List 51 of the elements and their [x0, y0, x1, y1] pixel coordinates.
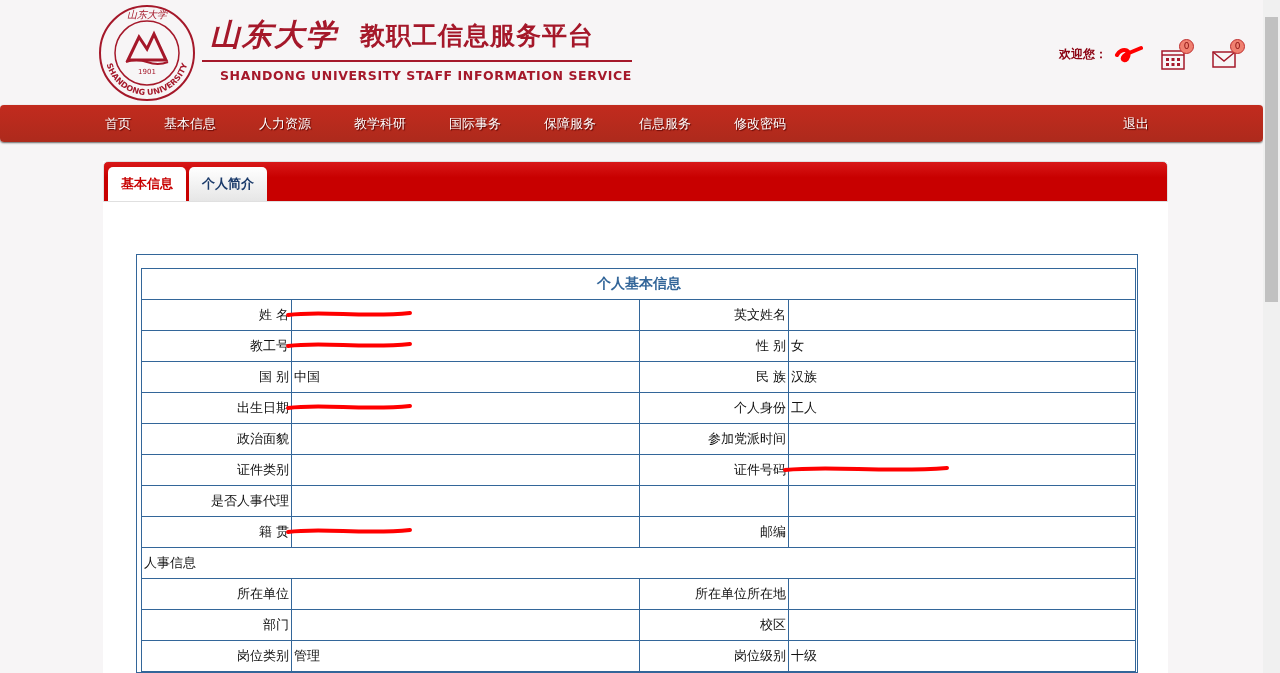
nav-item[interactable]: 基本信息 [164, 114, 259, 133]
field-value: 十级 [788, 640, 1136, 672]
field-label: 性 别 [639, 330, 789, 362]
count-badge: 0 [1179, 39, 1194, 55]
field-label: 部门 [141, 609, 292, 641]
field-label: 出生日期 [141, 392, 292, 424]
field-label: 个人身份 [639, 392, 789, 424]
field-label: 邮编 [639, 516, 789, 548]
field-label: 国 别 [141, 361, 292, 393]
field-label: 教工号 [141, 330, 292, 362]
welcome-text: 欢迎您： [1059, 46, 1107, 64]
field-label: 岗位类别 [141, 640, 292, 672]
field-label: 政治面貌 [141, 423, 292, 455]
field-value: 中国 [291, 361, 640, 393]
field-value: 工人 [788, 392, 1136, 424]
nav-item[interactable]: 修改密码 [734, 114, 829, 133]
field-value: 汉族 [788, 361, 1136, 393]
calligraphy-logo-text: 山东大学 [210, 15, 338, 54]
scrollbar-thumb[interactable] [1265, 17, 1278, 302]
nav-item[interactable]: 教学科研 [354, 114, 449, 133]
field-label: 所在单位 [141, 578, 292, 610]
tab[interactable]: 基本信息 [108, 167, 186, 201]
field-label: 是否人事代理 [141, 485, 292, 517]
field-label: 英文姓名 [639, 299, 789, 331]
field-label: 姓 名 [141, 299, 292, 331]
field-label: 岗位级别 [639, 640, 789, 672]
field-label: 证件类别 [141, 454, 292, 486]
field-label: 参加党派时间 [639, 423, 789, 455]
mail-icon [1212, 51, 1236, 70]
field-label: 所在单位所在地 [639, 578, 789, 610]
count-badge: 0 [1230, 39, 1245, 55]
field-label: 校区 [639, 609, 789, 641]
nav-item[interactable]: 国际事务 [449, 114, 544, 133]
site-title: 教职工信息服务平台 [360, 19, 594, 52]
section-heading: 人事信息 [141, 547, 1136, 579]
field-label: 民 族 [639, 361, 789, 393]
nav-item[interactable]: 退出 [1123, 114, 1149, 133]
nav-item[interactable]: 保障服务 [544, 114, 639, 133]
field-value: 女 [788, 330, 1136, 362]
field-value: 管理 [291, 640, 640, 672]
mail-button[interactable]: 0 [1212, 39, 1245, 71]
nav-item[interactable]: 信息服务 [639, 114, 734, 133]
tab[interactable]: 个人简介 [189, 167, 267, 201]
calendar-icon [1161, 48, 1185, 71]
nav-item[interactable]: 人力资源 [259, 114, 354, 133]
table-title: 个人基本信息 [141, 268, 1136, 300]
nav-item[interactable]: 首页 [105, 114, 164, 133]
scrollbar[interactable] [1263, 0, 1280, 673]
site-subtitle: SHANDONG UNIVERSITY STAFF INFORMATION SERVICE [219, 66, 632, 83]
field-label: 籍 贯 [141, 516, 292, 548]
calendar-button[interactable]: 0 [1161, 39, 1194, 71]
